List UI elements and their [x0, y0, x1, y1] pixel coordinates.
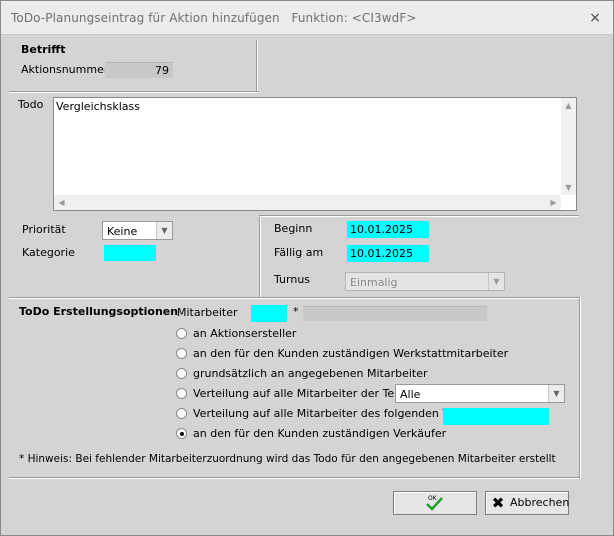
- cancel-x-icon: ✖: [491, 494, 505, 512]
- faellig-field[interactable]: 10.01.2025: [347, 245, 429, 262]
- todo-label: Todo: [18, 98, 44, 111]
- radio-label: Verteilung auf alle Mitarbeiter des folg…: [193, 407, 478, 420]
- radio-angegebener-mitarbeiter[interactable]: grundsätzlich an angegebenen Mitarbeiter: [176, 366, 476, 382]
- aktionsnummer-label: Aktionsnummer: [21, 63, 109, 76]
- radio-button[interactable]: [176, 388, 187, 399]
- radio-button[interactable]: [176, 328, 187, 339]
- teamart-value: Alle: [400, 388, 421, 401]
- radio-label: an den für den Kunden zuständigen Verkäu…: [193, 427, 447, 440]
- todo-text: Vergleichsklass: [56, 100, 141, 113]
- options-divider-right: [579, 297, 581, 479]
- dialog-window: ToDo-Planungseintrag für Aktion hinzufüg…: [0, 0, 614, 536]
- prioritaet-select[interactable]: Keine ▼: [102, 221, 173, 240]
- mitarbeiter-label: Mitarbeiter: [177, 306, 238, 319]
- faellig-value: 10.01.2025: [350, 247, 413, 260]
- radio-label: Verteilung auf alle Mitarbeiter der Team…: [193, 387, 428, 400]
- mitarbeiter-name-field: [303, 306, 487, 321]
- turnus-label: Turnus: [274, 273, 311, 286]
- radio-label: an den für den Kunden zuständigen Werkst…: [193, 347, 509, 360]
- cancel-button[interactable]: ✖ Abbrechen: [485, 491, 569, 515]
- radio-werkstattmitarbeiter[interactable]: an den für den Kunden zuständigen Werkst…: [176, 346, 509, 362]
- radio-aktionsersteller[interactable]: an Aktionsersteller: [176, 326, 476, 342]
- dates-divider-vertical: [259, 215, 261, 297]
- chevron-down-icon[interactable]: ▼: [548, 385, 564, 402]
- beginn-label: Beginn: [274, 222, 313, 235]
- todo-horizontal-scrollbar[interactable]: ◀ ▶: [54, 195, 561, 210]
- betrifft-heading: Betrifft: [21, 43, 66, 56]
- radio-button[interactable]: [176, 348, 187, 359]
- dialog-client: Betrifft Aktionsnummer 79 Todo Vergleich…: [9, 35, 605, 529]
- radio-label: grundsätzlich an angegebenen Mitarbeiter: [193, 367, 428, 380]
- title-bar: ToDo-Planungseintrag für Aktion hinzufüg…: [1, 1, 613, 35]
- dates-divider-horizontal-top: [259, 215, 579, 217]
- radio-teamart[interactable]: Verteilung auf alle Mitarbeiter der Team…: [176, 386, 427, 402]
- turnus-value: Einmalig: [350, 276, 398, 289]
- beginn-value: 10.01.2025: [350, 223, 413, 236]
- window-title: ToDo-Planungseintrag für Aktion hinzufüg…: [11, 11, 417, 25]
- aktionsnummer-value: 79: [155, 64, 169, 77]
- team-field[interactable]: [443, 408, 549, 425]
- todo-textarea[interactable]: Vergleichsklass ▲ ▼ ◀ ▶: [53, 97, 577, 211]
- faellig-label: Fällig am: [274, 246, 324, 259]
- todo-vertical-scrollbar[interactable]: ▲ ▼: [561, 98, 576, 195]
- chevron-down-icon[interactable]: ▼: [488, 273, 504, 290]
- turnus-select[interactable]: Einmalig ▼: [345, 272, 505, 291]
- radio-verkaeufer[interactable]: an den für den Kunden zuständigen Verkäu…: [176, 426, 476, 442]
- ok-button[interactable]: OK: [393, 491, 477, 515]
- kategorie-label: Kategorie: [22, 246, 75, 259]
- betrifft-divider-horizontal: [9, 91, 259, 93]
- prioritaet-value: Keine: [107, 225, 138, 238]
- prioritaet-label: Priorität: [22, 223, 66, 236]
- kategorie-field[interactable]: [104, 245, 156, 261]
- hint-text: * Hinweis: Bei fehlender Mitarbeiterzuor…: [19, 453, 556, 465]
- teamart-select[interactable]: Alle ▼: [395, 384, 565, 403]
- ok-check-icon: OK: [426, 495, 443, 511]
- cancel-label: Abbrechen: [510, 496, 570, 509]
- options-heading: ToDo Erstellungsoptionen: [19, 305, 179, 318]
- radio-label: an Aktionsersteller: [193, 327, 297, 340]
- radio-button[interactable]: [176, 368, 187, 379]
- scroll-down-icon[interactable]: ▼: [561, 180, 576, 195]
- scroll-right-icon[interactable]: ▶: [546, 195, 561, 210]
- scroll-up-icon[interactable]: ▲: [561, 98, 576, 113]
- beginn-field[interactable]: 10.01.2025: [347, 221, 429, 238]
- radio-button-selected[interactable]: [176, 428, 187, 439]
- ok-icon-text: OK: [428, 495, 438, 502]
- chevron-down-icon[interactable]: ▼: [156, 222, 172, 239]
- radio-button[interactable]: [176, 408, 187, 419]
- options-divider-bottom: [9, 477, 579, 479]
- required-asterisk: *: [293, 305, 299, 318]
- mitarbeiter-field[interactable]: [251, 305, 287, 322]
- betrifft-divider-vertical: [256, 40, 258, 92]
- window-title-text: ToDo-Planungseintrag für Aktion hinzufüg…: [11, 11, 280, 25]
- scroll-left-icon[interactable]: ◀: [54, 195, 69, 210]
- radio-folgendes-team[interactable]: Verteilung auf alle Mitarbeiter des folg…: [176, 406, 477, 422]
- close-icon[interactable]: ×: [587, 10, 603, 26]
- aktionsnummer-field: 79: [105, 62, 173, 78]
- options-divider-top: [9, 297, 579, 299]
- function-label: Funktion: <CI3wdF>: [291, 11, 417, 25]
